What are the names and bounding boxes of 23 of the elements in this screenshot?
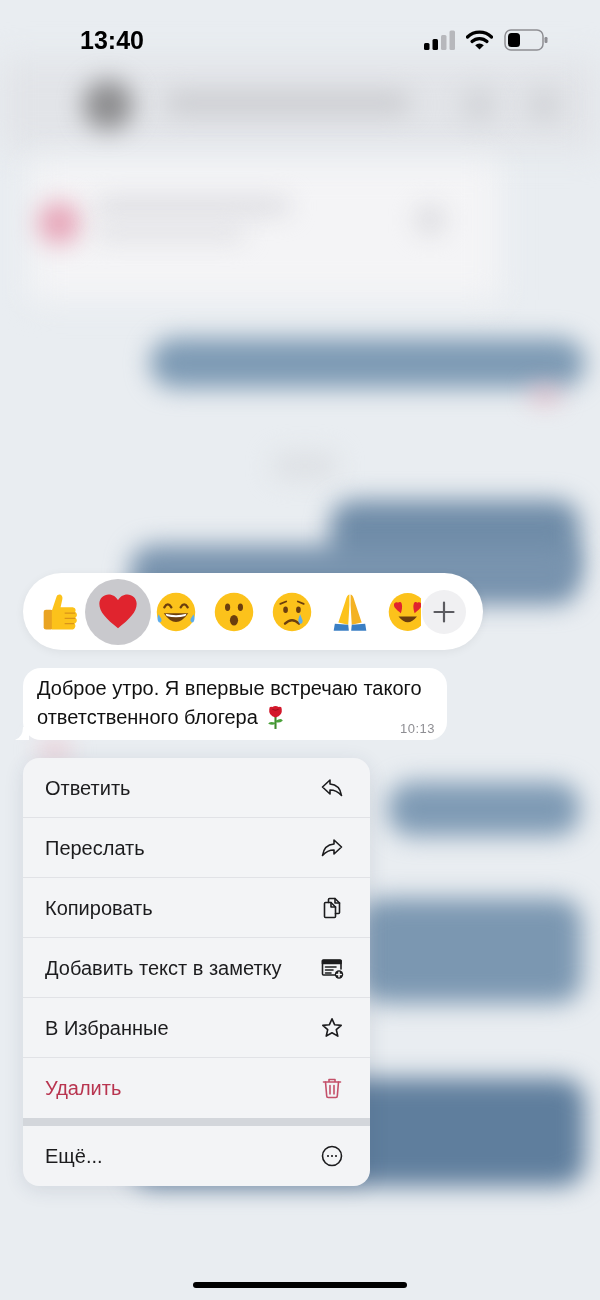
status-time: 13:40 (80, 25, 144, 55)
trash-icon (320, 1076, 344, 1100)
surprised-face-icon (213, 590, 255, 633)
menu-item[interactable]: Ещё... (23, 1126, 370, 1186)
menu-item[interactable]: Копировать (23, 878, 370, 938)
battery-icon (504, 29, 548, 51)
message-time: 10:13 (399, 721, 435, 737)
signal-icon (424, 30, 455, 50)
message-text: Доброе утро. Я впервые встречаю такого (37, 676, 422, 701)
star-icon (320, 1015, 344, 1040)
plus-icon (433, 600, 455, 623)
menu-item[interactable]: Удалить (23, 1058, 370, 1118)
menu-item[interactable]: В Избранные (23, 998, 370, 1058)
crying-face-icon (271, 590, 313, 633)
ellipsis-circle-icon (320, 1144, 344, 1168)
wifi-icon (466, 30, 493, 50)
menu-item[interactable]: Ответить (23, 758, 370, 818)
menu-item[interactable]: Добавить текст в заметку (23, 938, 370, 998)
message-text: ответственного блогера (37, 705, 258, 730)
laughing-face-icon (155, 590, 197, 633)
menu-item[interactable]: Переслать (23, 818, 370, 878)
add-reaction-button[interactable] (422, 589, 466, 634)
heart-eyes-face-icon (387, 590, 421, 633)
